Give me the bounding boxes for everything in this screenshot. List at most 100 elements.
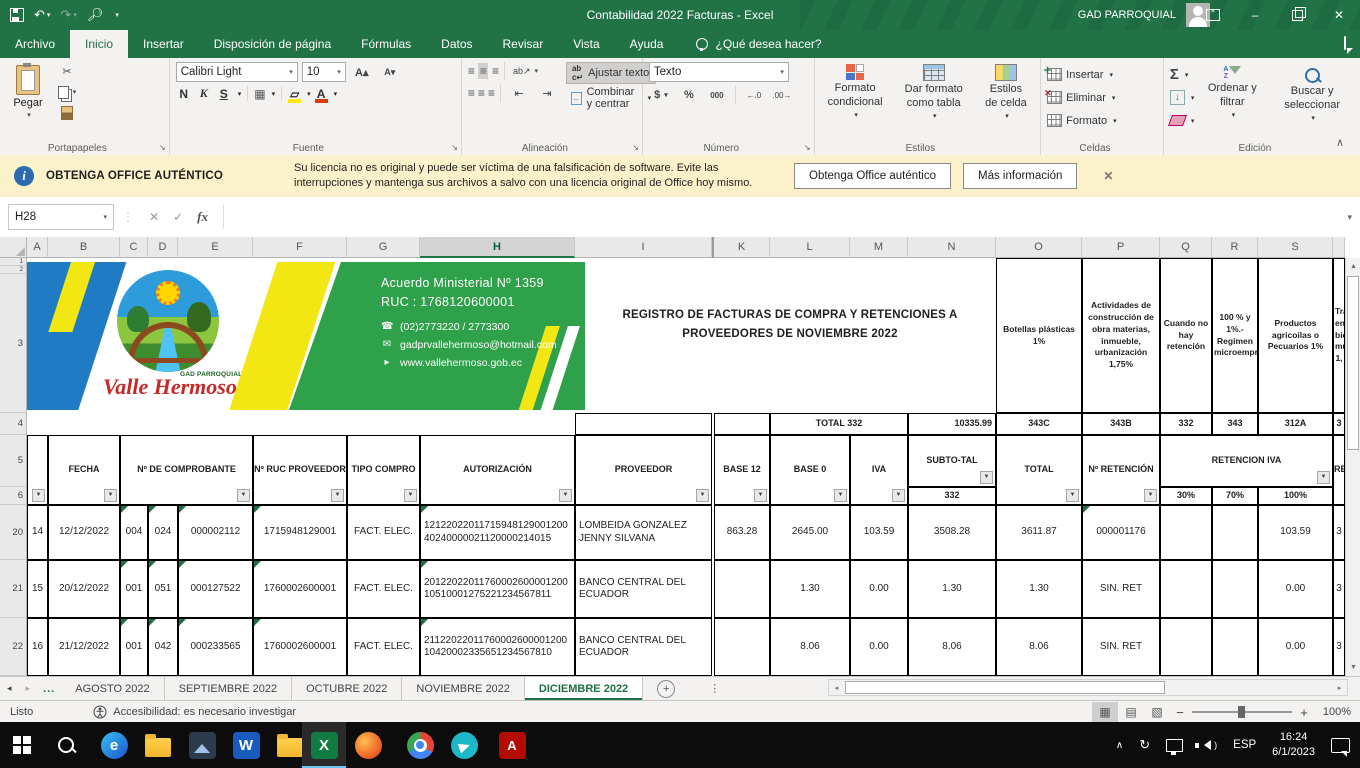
number-format-select[interactable]: Texto▾ bbox=[649, 62, 789, 82]
filter-dropdown-icon[interactable] bbox=[696, 489, 709, 502]
cell-autorizacion[interactable]: 2112202201176000260000120010420002335651… bbox=[420, 618, 575, 676]
tab-inicio[interactable]: Inicio bbox=[70, 30, 128, 58]
scroll-left-icon[interactable]: ◂ bbox=[829, 680, 844, 695]
expand-formula-bar-icon[interactable]: ▾ bbox=[1347, 212, 1352, 223]
cell-subtotal[interactable]: 8.06 bbox=[908, 618, 996, 676]
tax-header-o[interactable]: Botellas plásticas 1% bbox=[996, 258, 1082, 413]
vertical-scroll-thumb[interactable] bbox=[1347, 276, 1359, 450]
cell-total[interactable]: 8.06 bbox=[996, 618, 1082, 676]
sort-filter-button[interactable]: AZ Ordenar y filtrar ▾ bbox=[1199, 62, 1265, 122]
increase-indent-icon[interactable]: ⇥ bbox=[535, 84, 559, 102]
font-name-select[interactable]: Calibri Light▾ bbox=[176, 62, 298, 82]
filter-dropdown-icon[interactable] bbox=[834, 489, 847, 502]
tab-formulas[interactable]: Fórmulas bbox=[346, 30, 426, 58]
tax-header-q[interactable]: Cuando no hay retención bbox=[1160, 258, 1212, 413]
cell-styles-button[interactable]: Estilos de celda ▾ bbox=[978, 62, 1034, 123]
code-t[interactable]: 3 bbox=[1333, 413, 1345, 435]
find-select-button[interactable]: Buscar y seleccionar ▾ bbox=[1270, 62, 1354, 125]
decrease-font-icon[interactable]: A▾ bbox=[378, 63, 402, 81]
excel-icon[interactable]: X bbox=[302, 722, 346, 768]
save-icon[interactable] bbox=[10, 8, 24, 22]
account-area[interactable]: GAD PARROQUIAL bbox=[1078, 0, 1210, 30]
row-header-4[interactable]: 4 bbox=[0, 413, 27, 435]
header-ret-100[interactable]: 100% bbox=[1258, 487, 1333, 505]
filter-dropdown-icon[interactable] bbox=[1066, 489, 1079, 502]
align-bottom-icon[interactable]: ≡ bbox=[492, 64, 498, 78]
header-tipo-comprobante[interactable]: TIPO COMPRO bbox=[347, 435, 420, 505]
column-header-B[interactable]: B bbox=[48, 237, 120, 258]
fill-color-dropdown-icon[interactable]: ▾ bbox=[307, 90, 311, 98]
align-middle-icon[interactable]: ≡ bbox=[478, 63, 488, 79]
edge-icon[interactable]: e bbox=[92, 722, 136, 768]
cell-ruc[interactable]: 1760002600001 bbox=[253, 560, 347, 618]
page-break-view-icon[interactable]: ▧ bbox=[1144, 702, 1170, 722]
column-header-O[interactable]: O bbox=[996, 237, 1082, 258]
worksheet-grid[interactable]: ABCDEFGHIKLMNOPQRS 123456202122 Botellas… bbox=[0, 237, 1360, 676]
get-office-button[interactable]: Obtenga Office auténtico bbox=[794, 163, 951, 189]
column-header-Q[interactable]: Q bbox=[1160, 237, 1212, 258]
align-top-icon[interactable]: ≡ bbox=[468, 64, 474, 78]
chrome-icon[interactable] bbox=[398, 722, 442, 768]
cell-punto[interactable]: 024 bbox=[148, 505, 178, 560]
firefox-icon[interactable] bbox=[346, 722, 390, 768]
row-header-22[interactable]: 22 bbox=[0, 618, 27, 676]
new-sheet-icon[interactable]: + bbox=[657, 680, 675, 698]
header-ret-30[interactable]: 30% bbox=[1160, 487, 1212, 505]
code-343b[interactable]: 343B bbox=[1082, 413, 1160, 435]
header-base12[interactable]: BASE 12 bbox=[714, 435, 770, 505]
cell-t[interactable]: 3 bbox=[1333, 560, 1345, 618]
sheet-nav-right-icon[interactable]: ▸ bbox=[19, 677, 38, 700]
cell-fecha[interactable]: 12/12/2022 bbox=[48, 505, 120, 560]
scroll-up-icon[interactable]: ▲ bbox=[1346, 258, 1360, 275]
increase-decimal-icon[interactable]: ←.0 bbox=[742, 86, 766, 104]
zoom-out-icon[interactable]: − bbox=[1170, 705, 1190, 720]
accessibility-status[interactable]: Accesibilidad: es necesario investigar bbox=[93, 705, 296, 719]
header-autorizacion[interactable]: AUTORIZACIÓN bbox=[420, 435, 575, 505]
row-header-21[interactable]: 21 bbox=[0, 560, 27, 618]
fill-color-icon[interactable]: ▱ bbox=[288, 87, 301, 101]
collapse-ribbon-icon[interactable]: ∧ bbox=[1336, 136, 1344, 149]
copy-button[interactable]: ▾ bbox=[55, 83, 79, 101]
sort-dropdown-icon[interactable]: ▾ bbox=[1232, 112, 1236, 121]
customize-qat-icon[interactable]: ▾ bbox=[113, 11, 119, 19]
filter-dropdown-icon[interactable] bbox=[1317, 471, 1330, 484]
cut-button[interactable]: ✂ bbox=[55, 62, 79, 80]
italic-button[interactable]: K bbox=[196, 86, 212, 101]
column-header-L[interactable]: L bbox=[770, 237, 850, 258]
cell-fecha[interactable]: 20/12/2022 bbox=[48, 560, 120, 618]
find-dropdown-icon[interactable]: ▾ bbox=[1311, 115, 1315, 124]
header-proveedor[interactable]: PROVEEDOR bbox=[575, 435, 712, 505]
column-header-K[interactable]: K bbox=[714, 237, 770, 258]
percent-style-icon[interactable]: % bbox=[677, 86, 701, 104]
cell-base0[interactable]: 8.06 bbox=[770, 618, 850, 676]
sheet-tab-agosto[interactable]: AGOSTO 2022 bbox=[61, 677, 164, 700]
restore-icon[interactable] bbox=[1276, 0, 1318, 30]
acrobat-icon[interactable]: A bbox=[490, 722, 534, 768]
align-center-icon[interactable]: ≡ bbox=[478, 86, 484, 100]
cell-ret100[interactable]: 0.00 bbox=[1258, 560, 1333, 618]
column-header-E[interactable]: E bbox=[178, 237, 253, 258]
code-332[interactable]: 332 bbox=[1160, 413, 1212, 435]
cell-base12[interactable] bbox=[714, 560, 770, 618]
word-icon[interactable]: W bbox=[224, 722, 268, 768]
filter-dropdown-icon[interactable] bbox=[980, 471, 993, 484]
row-header-2[interactable]: 2 bbox=[0, 266, 27, 274]
header-t[interactable]: RE bbox=[1333, 435, 1345, 505]
filter-dropdown-icon[interactable] bbox=[892, 489, 905, 502]
tab-datos[interactable]: Datos bbox=[426, 30, 487, 58]
cell-iva[interactable]: 0.00 bbox=[850, 618, 908, 676]
align-right-icon[interactable]: ≡ bbox=[488, 86, 494, 100]
formula-input[interactable] bbox=[223, 205, 1340, 229]
horizontal-scroll-thumb[interactable] bbox=[845, 681, 1165, 694]
cell-punto[interactable]: 042 bbox=[148, 618, 178, 676]
total-332-label[interactable]: TOTAL 332 bbox=[770, 413, 908, 435]
row4-cell-i[interactable] bbox=[575, 413, 712, 435]
accounting-format-icon[interactable]: $▾ bbox=[649, 86, 673, 104]
cell-ruc[interactable]: 1715948129001 bbox=[253, 505, 347, 560]
zoom-in-icon[interactable]: + bbox=[1294, 705, 1314, 720]
cell-num[interactable]: 16 bbox=[27, 618, 48, 676]
cell-retencion[interactable]: 000001176 bbox=[1082, 505, 1160, 560]
zoom-slider[interactable] bbox=[1192, 711, 1292, 713]
delete-dropdown-icon[interactable]: ▾ bbox=[1112, 94, 1116, 102]
sheet-tab-diciembre[interactable]: DICIEMBRE 2022 bbox=[525, 677, 643, 700]
